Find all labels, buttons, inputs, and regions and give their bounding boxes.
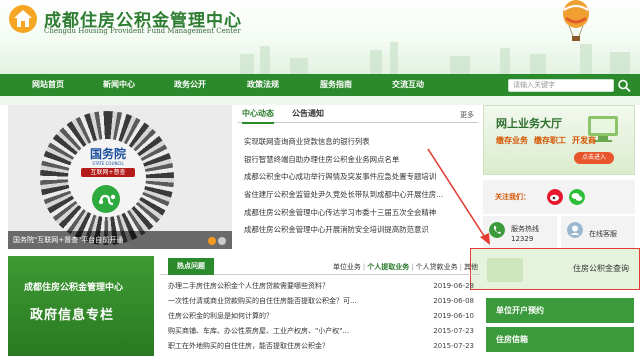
- query-card-icon: [487, 258, 523, 282]
- nav-item-news[interactable]: 新闻中心: [103, 74, 135, 96]
- category-personal-loan[interactable]: 个人贷款业务: [416, 263, 458, 271]
- banner-org-name: 成都住房公积金管理中心: [24, 283, 124, 293]
- nav-item-gov-affairs[interactable]: 政务公开: [174, 74, 206, 96]
- developer-link[interactable]: 开发商: [572, 136, 596, 145]
- housing-mailbox-label: 住房信箱: [496, 335, 528, 344]
- hot-topics-list: 办理二手房住房公积金个人住房贷款需要哪些资料？ 2019-06-28 一次性付清…: [168, 279, 478, 354]
- deposit-business-link[interactable]: 缴存业务: [496, 136, 528, 145]
- customer-service-icon: [567, 222, 583, 238]
- news-more-link[interactable]: 更多: [460, 110, 474, 120]
- hot-item-title[interactable]: 购买商铺、车库、办公性质房屋、工业产权房、"小产权"...: [168, 324, 430, 339]
- hot-item-date: 2019-06-10: [433, 312, 474, 320]
- tab-notices[interactable]: 公告通知: [292, 108, 324, 119]
- category-unit[interactable]: 单位业务: [333, 263, 361, 271]
- news-slideshow[interactable]: 国务院 STATE COUNCIL 互联网+督查 国务院"互联网+督查"平台自前…: [8, 105, 232, 249]
- deposit-employee-link[interactable]: 缴存职工: [534, 136, 566, 145]
- unit-account-label: 单位开户预约: [496, 306, 544, 315]
- nav-item-policies[interactable]: 政策法规: [247, 74, 279, 96]
- enter-button[interactable]: 点击进入: [574, 152, 614, 164]
- list-item[interactable]: 一次性付清或商业贷款购买的自住住房能否提取公积金？可... 2019-06-08: [168, 294, 478, 309]
- follow-us-bar: 关注我们：: [483, 180, 635, 214]
- state-council-sub: STATE COUNCIL: [92, 161, 124, 166]
- nav-item-service-guide[interactable]: 服务指南: [320, 74, 352, 96]
- unit-account-appointment[interactable]: 单位开户预约: [486, 298, 634, 323]
- hot-item-title[interactable]: 职工在外地购买的自住住房，能否提取住房公积金？: [168, 339, 430, 354]
- search-icon[interactable]: [616, 78, 632, 93]
- online-hall-title: 网上业务大厅: [496, 117, 562, 130]
- search-input[interactable]: 请输入关键字: [508, 79, 614, 92]
- list-item[interactable]: 职工在外地购买的自住住房，能否提取住房公积金？ 2015-07-23: [168, 339, 478, 354]
- hot-item-date: 2015-07-23: [433, 342, 474, 350]
- online-service-label: 在线客服: [589, 230, 617, 238]
- news-tabs: 中心动态 公告通知 更多: [238, 105, 478, 124]
- state-council-logo: 国务院 STATE COUNCIL 互联网+督查: [81, 148, 135, 179]
- category-personal-withdrawal[interactable]: 个人提取业务: [367, 263, 409, 271]
- hot-item-date: 2019-06-28: [433, 282, 474, 290]
- wechat-icon[interactable]: [569, 189, 585, 205]
- list-item[interactable]: 购买商铺、车库、办公性质房屋、工业产权房、"小产权"... 2015-07-23: [168, 324, 478, 339]
- online-business-hall[interactable]: 网上业务大厅 缴存业务 缴存职工 开发商 点击进入: [483, 105, 635, 175]
- slide-dot-1[interactable]: [208, 236, 216, 245]
- weibo-icon[interactable]: [547, 189, 563, 205]
- inspection-tag: 互联网+督查: [81, 168, 135, 177]
- list-item[interactable]: 办理二手房住房公积金个人住房贷款需要哪些资料？ 2019-06-28: [168, 279, 478, 294]
- hot-item-title[interactable]: 一次性付清或商业贷款购买的自住住房能否提取公积金？可...: [168, 294, 430, 309]
- org-logo: [9, 5, 37, 33]
- annotation-arrow: [427, 148, 490, 245]
- banner-column-title: 政府信息专栏: [30, 308, 115, 323]
- hot-item-date: 2019-06-08: [433, 297, 474, 305]
- slide-dot-2[interactable]: [218, 236, 226, 245]
- nav-item-home[interactable]: 网站首页: [32, 74, 64, 96]
- state-council-title: 国务院: [89, 147, 126, 161]
- site-header: 成都住房公积金管理中心 Chengdu Housing Provident Fu…: [0, 0, 640, 74]
- hot-item-title[interactable]: 办理二手房住房公积金个人住房贷款需要哪些资料？: [168, 279, 430, 294]
- org-name-en: Chengdu Housing Provident Fund Managemen…: [44, 27, 241, 35]
- online-customer-service[interactable]: 在线客服: [561, 216, 635, 250]
- gov-info-banner[interactable]: 成都住房公积金管理中心 政府信息专栏: [8, 256, 154, 356]
- provident-fund-query[interactable]: 住房公积金查询: [470, 248, 640, 290]
- hot-topics-panel: 热点问题 单位业务 | 个人提取业务 | 个人贷款业务 | 其他 办理二手房住房公积金个人住…: [160, 258, 480, 360]
- online-hall-categories: 缴存业务 缴存职工 开发商: [496, 135, 602, 146]
- follow-us-label: 关注我们：: [495, 193, 530, 201]
- mini-program-icon: [92, 185, 120, 213]
- balloon-illustration: [563, 0, 589, 41]
- housing-mailbox[interactable]: 住房信箱: [486, 327, 634, 352]
- hot-category-links: 单位业务 | 个人提取业务 | 个人贷款业务 | 其他: [332, 263, 478, 271]
- hot-item-date: 2015-07-23: [433, 327, 474, 335]
- hot-topics-header: 热点问题 单位业务 | 个人提取业务 | 个人贷款业务 | 其他: [160, 258, 480, 275]
- nav-item-interaction[interactable]: 交流互动: [392, 74, 424, 96]
- tab-hot-topics[interactable]: 热点问题: [168, 258, 214, 275]
- tab-center-news[interactable]: 中心动态: [242, 108, 274, 124]
- category-other[interactable]: 其他: [464, 263, 478, 271]
- hot-item-title[interactable]: 住房公积金的利息是如何计算的？: [168, 309, 430, 324]
- hotline-label: 服务热线: [511, 225, 539, 233]
- hotline-number: 12329: [511, 235, 534, 243]
- slide-dots: [206, 236, 226, 245]
- query-label: 住房公积金查询: [573, 264, 629, 273]
- slide-caption[interactable]: 国务院"互联网+督查"平台自前开通: [8, 231, 232, 249]
- list-item[interactable]: 住房公积金的利息是如何计算的？ 2019-06-10: [168, 309, 478, 324]
- nav-shadow-band: [0, 96, 640, 105]
